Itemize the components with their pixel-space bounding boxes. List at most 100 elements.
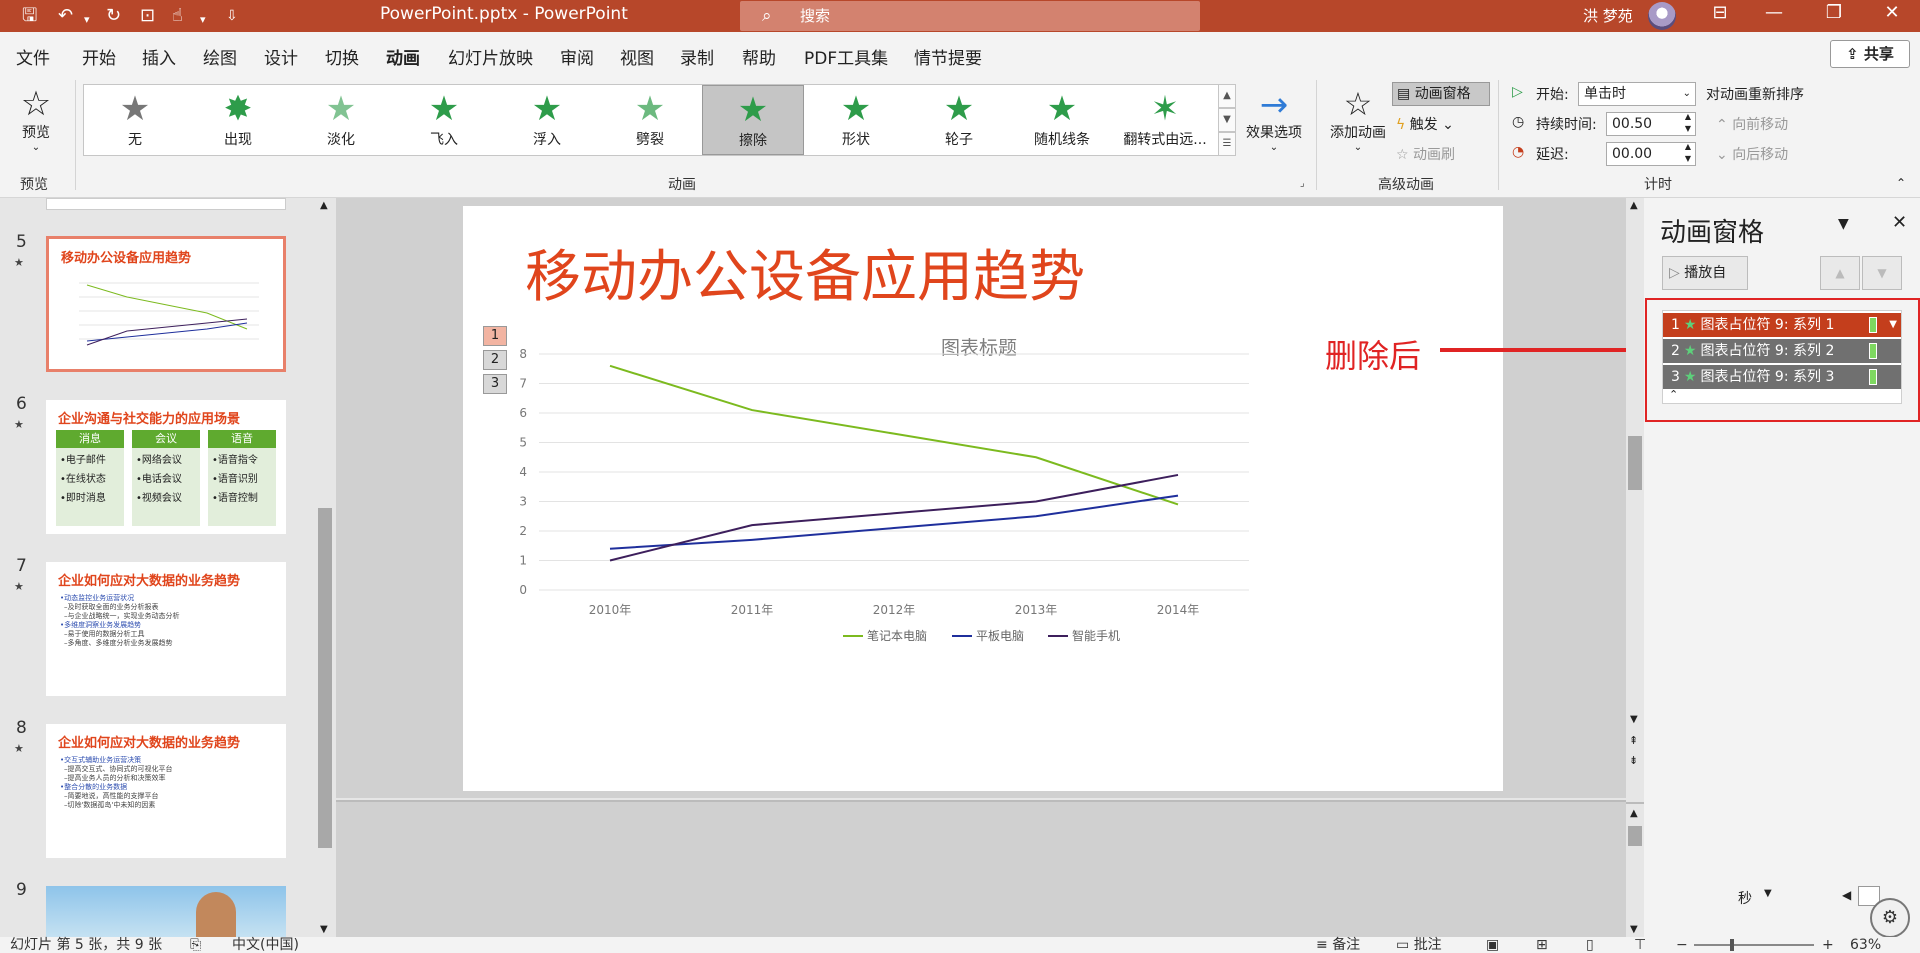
trigger-button[interactable]: ϟ 触发 ⌄ bbox=[1396, 114, 1454, 134]
notes-area[interactable] bbox=[336, 800, 1626, 937]
zoom-level[interactable]: 63% bbox=[1850, 937, 1881, 953]
ribbon-display-icon[interactable]: ⊟ bbox=[1700, 2, 1740, 23]
line-chart[interactable]: 图表标题 0 1 2 3 4 5 6 7 8 2010年 2011年 2012年 2013年 2014年… bbox=[463, 206, 1503, 791]
gallery-more[interactable]: ☰ bbox=[1218, 132, 1236, 156]
touch-dropdown-icon[interactable]: ▾ bbox=[200, 8, 206, 32]
thumbnail-slide-7[interactable]: 企业如何应对大数据的业务趋势 •动态监控业务运营状况 –及时获取全面的业务分析报… bbox=[46, 562, 286, 696]
chevron-down-icon[interactable]: ▼ bbox=[1764, 888, 1772, 899]
thumbnails-scrollbar[interactable]: ▲ ▼ bbox=[316, 198, 334, 937]
scroll-down-icon[interactable]: ▼ bbox=[1630, 714, 1638, 725]
zoom-out-timeline-icon[interactable]: ◀ bbox=[1842, 888, 1851, 902]
effect-options-button[interactable]: → 效果选项 ⌄ bbox=[1242, 88, 1306, 153]
tab-file[interactable]: 文件 bbox=[16, 44, 50, 69]
current-slide[interactable]: 移动办公设备应用趋势 1 2 3 图表标题 012345678 2010年 201… bbox=[463, 206, 1503, 791]
anim-wipe[interactable]: ★ 擦除 bbox=[702, 85, 804, 155]
normal-view-icon[interactable]: ▣ bbox=[1486, 937, 1499, 953]
delay-input[interactable]: 00.00 ▲ ▼ bbox=[1606, 142, 1696, 166]
anim-none[interactable]: ★ 无 bbox=[84, 85, 186, 155]
dialog-launcher-icon[interactable]: ⌟ bbox=[1300, 178, 1305, 189]
tab-transitions[interactable]: 切换 bbox=[325, 44, 359, 69]
move-later-button[interactable]: ⌄ 向后移动 bbox=[1716, 144, 1788, 164]
previous-slide-icon[interactable]: ⇞ bbox=[1629, 734, 1638, 747]
anim-random-bars[interactable]: ★ 随机线条 bbox=[1011, 85, 1113, 155]
thumbnail-slide-6[interactable]: 企业沟通与社交能力的应用场景 消息 •电子邮件 •在线状态 •即时消息 会议 •网络… bbox=[46, 400, 286, 534]
thumbnail-partial[interactable] bbox=[46, 198, 286, 210]
anim-shape[interactable]: ★ 形状 bbox=[805, 85, 907, 155]
anim-split[interactable]: ★ 劈裂 bbox=[599, 85, 701, 155]
zoom-slider-thumb[interactable] bbox=[1730, 939, 1734, 951]
scroll-thumb[interactable] bbox=[318, 508, 332, 848]
tab-design[interactable]: 设计 bbox=[264, 44, 298, 69]
spinner-icon[interactable]: ▲ ▼ bbox=[1685, 111, 1691, 135]
comments-button[interactable]: ▭ 批注 bbox=[1396, 937, 1442, 953]
notes-button[interactable]: ≡ 备注 bbox=[1316, 937, 1360, 953]
close-icon[interactable]: ✕ bbox=[1892, 212, 1907, 233]
thumbnail-slide-8[interactable]: 企业如何应对大数据的业务趋势 •交互式辅助业务运营决策 –提高交互式、协同式的可… bbox=[46, 724, 286, 858]
scroll-thumb[interactable] bbox=[1628, 826, 1642, 846]
thumbnail-slide-5[interactable]: 移动办公设备应用趋势 bbox=[46, 236, 286, 372]
scroll-up-icon[interactable]: ▲ bbox=[320, 200, 328, 211]
animation-painter-button[interactable]: ☆ 动画刷 bbox=[1396, 144, 1455, 164]
scroll-down-icon[interactable]: ▼ bbox=[1630, 924, 1638, 935]
tab-review[interactable]: 审阅 bbox=[560, 44, 594, 69]
scroll-up-icon[interactable]: ▲ bbox=[1630, 808, 1638, 819]
move-down-button[interactable]: ▼ bbox=[1862, 256, 1902, 290]
scroll-down-icon[interactable]: ▼ bbox=[320, 924, 328, 935]
animation-pane-button[interactable]: ▤ 动画窗格 bbox=[1392, 82, 1490, 106]
pane-options-icon[interactable]: ▼ bbox=[1838, 216, 1849, 232]
scroll-thumb[interactable] bbox=[1628, 436, 1642, 490]
reading-view-icon[interactable]: ▯ bbox=[1586, 937, 1594, 953]
redo-icon[interactable]: ↻ bbox=[106, 4, 121, 28]
thumbnail-slide-9[interactable] bbox=[46, 886, 286, 938]
anim-appear[interactable]: ✸ 出现 bbox=[187, 85, 289, 155]
tab-home[interactable]: 开始 bbox=[82, 44, 116, 69]
anim-float-in[interactable]: ★ 浮入 bbox=[496, 85, 598, 155]
start-select[interactable]: 单击时 ⌄ bbox=[1578, 82, 1696, 106]
close-icon[interactable]: ✕ bbox=[1872, 2, 1912, 23]
tab-draw[interactable]: 绘图 bbox=[203, 44, 237, 69]
user-name[interactable]: 洪 梦苑 bbox=[1583, 5, 1633, 26]
anim-fly-in[interactable]: ★ 飞入 bbox=[393, 85, 495, 155]
language-indicator[interactable]: 中文(中国) bbox=[232, 937, 299, 953]
tab-storyboard[interactable]: 情节提要 bbox=[914, 44, 982, 69]
add-animation-button[interactable]: ☆ 添加动画 ⌄ bbox=[1326, 86, 1390, 153]
duration-input[interactable]: 00.50 ▲ ▼ bbox=[1606, 112, 1696, 136]
scroll-up-icon[interactable]: ▲ bbox=[1630, 200, 1638, 211]
anim-grow-turn[interactable]: ✶ 翻转式由远... bbox=[1114, 85, 1216, 155]
save-icon[interactable]: 🖫 bbox=[22, 4, 37, 28]
gallery-scroll-up[interactable]: ▲ bbox=[1218, 84, 1236, 108]
anim-wheel[interactable]: ★ 轮子 bbox=[908, 85, 1010, 155]
slide-scrollbar[interactable]: ▲ ▼ ⇞ ⇟ ▲ ▼ bbox=[1626, 198, 1644, 937]
tab-help[interactable]: 帮助 bbox=[742, 44, 776, 69]
seconds-label[interactable]: 秒 bbox=[1738, 888, 1752, 908]
zoom-in-icon[interactable]: + bbox=[1822, 937, 1834, 953]
share-button[interactable]: ⇪ 共享 bbox=[1830, 40, 1910, 68]
next-slide-icon[interactable]: ⇟ bbox=[1629, 754, 1638, 767]
tab-animations[interactable]: 动画 bbox=[386, 44, 420, 77]
preview-button[interactable]: ☆ 预览 ⌄ bbox=[18, 86, 54, 153]
tab-view[interactable]: 视图 bbox=[620, 44, 654, 69]
anim-fade[interactable]: ★ 淡化 bbox=[290, 85, 392, 155]
tab-slideshow[interactable]: 幻灯片放映 bbox=[448, 44, 533, 69]
spinner-icon[interactable]: ▲ ▼ bbox=[1685, 141, 1691, 165]
accessibility-icon[interactable]: ⎘ bbox=[190, 937, 201, 953]
move-earlier-button[interactable]: ⌃ 向前移动 bbox=[1716, 114, 1788, 134]
undo-icon[interactable]: ↶ bbox=[58, 4, 73, 28]
search-box[interactable]: ⌕ 搜索 bbox=[740, 1, 1200, 31]
move-up-button[interactable]: ▲ bbox=[1820, 256, 1860, 290]
touch-mode-icon[interactable]: ☝ bbox=[172, 4, 183, 28]
gallery-scroll-down[interactable]: ▼ bbox=[1218, 108, 1236, 132]
tab-pdf[interactable]: PDF工具集 bbox=[804, 44, 888, 69]
undo-dropdown-icon[interactable]: ▾ bbox=[84, 8, 90, 32]
play-from-button[interactable]: ▷ 播放自 bbox=[1662, 256, 1748, 290]
slideshow-view-icon[interactable]: ⊤ bbox=[1634, 937, 1646, 953]
tab-record[interactable]: 录制 bbox=[680, 44, 714, 69]
presentation-icon[interactable]: ⊡ bbox=[140, 4, 155, 28]
zoom-slider[interactable] bbox=[1694, 944, 1814, 946]
customize-toolbar-icon[interactable]: ⇩ bbox=[226, 4, 238, 28]
slide-sorter-icon[interactable]: ⊞ bbox=[1536, 937, 1548, 953]
zoom-out-icon[interactable]: − bbox=[1676, 937, 1688, 953]
restore-icon[interactable]: ❐ bbox=[1814, 2, 1854, 23]
collapse-ribbon-icon[interactable]: ⌃ bbox=[1896, 176, 1906, 190]
avatar[interactable] bbox=[1648, 2, 1676, 30]
